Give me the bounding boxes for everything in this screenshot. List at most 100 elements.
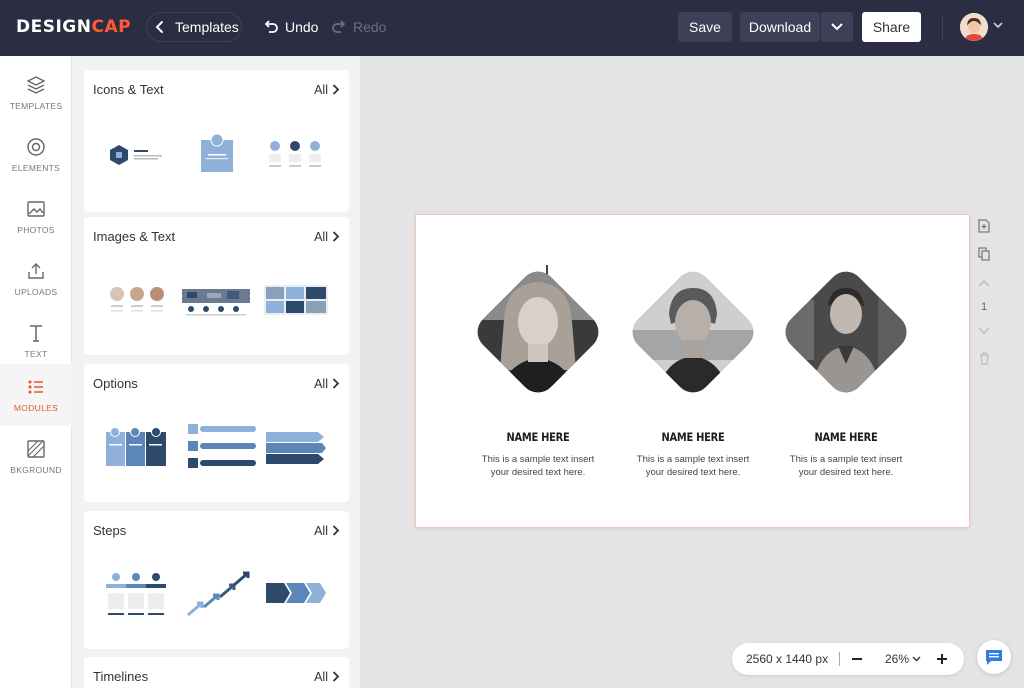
upload-icon [28,263,44,279]
member-name[interactable]: NAME HERE [478,430,598,444]
section-title: Icons & Text [93,82,164,97]
move-page-up-button[interactable] [977,279,991,287]
redo-icon [332,20,346,33]
nav-text[interactable]: TEXT [0,310,72,372]
chevron-left-icon [155,21,163,33]
module-thumbnail[interactable] [264,579,328,607]
zoom-out-button[interactable] [850,650,864,668]
redo-button[interactable]: Redo [331,19,386,35]
see-all-label: All [314,82,328,97]
image-icon [27,201,45,217]
chevron-right-icon [332,231,340,242]
chevron-down-icon [912,656,921,662]
canvas-size-label: 2560 x 1440 px [746,652,829,666]
section-header: Timelines All [93,669,340,684]
nav-uploads[interactable]: UPLOADS [0,248,72,310]
layers-icon [26,76,46,94]
undo-icon [264,20,278,33]
move-page-down-button[interactable] [977,327,991,335]
section-timelines: Timelines All [84,657,349,688]
topbar-divider [942,14,943,42]
member-name[interactable]: NAME HERE [633,430,753,444]
nav-photos[interactable]: PHOTOS [0,186,72,248]
module-thumbnail[interactable] [184,569,252,619]
user-avatar[interactable] [960,13,988,41]
design-canvas[interactable]: NAME HERE This is a sample text insert y… [416,215,969,527]
woman-portrait-image [625,264,761,400]
module-thumbnails [84,257,349,352]
save-button[interactable]: Save [678,12,732,42]
see-all-link[interactable]: All [314,83,340,97]
member-photo[interactable] [470,264,606,400]
module-thumbnail[interactable] [264,283,328,317]
man-portrait-image [778,264,914,400]
see-all-link[interactable]: All [314,524,340,538]
member-description[interactable]: This is a sample text insert your desire… [776,453,916,479]
download-button[interactable]: Download [740,12,820,42]
chevron-down-icon [831,23,843,31]
member-description[interactable]: This is a sample text insert your desire… [623,453,763,479]
download-options-button[interactable] [821,12,853,42]
module-thumbnail[interactable] [106,285,168,317]
undo-button[interactable]: Undo [263,19,318,35]
designcap-logo[interactable]: DESIGNCAP [16,17,131,37]
see-all-link[interactable]: All [314,230,340,244]
module-thumbnails [84,110,349,205]
zoom-in-button[interactable] [935,650,949,668]
section-title: Options [93,376,138,391]
list-icon [28,380,43,394]
description-line: This is a sample text insert [636,454,750,465]
chevron-right-icon [332,84,340,95]
copy-icon [978,247,990,261]
chevron-right-icon [332,525,340,536]
add-page-icon [978,219,990,233]
trash-icon [979,352,989,365]
nav-templates[interactable]: TEMPLATES [0,62,72,124]
top-bar: DESIGNCAP Templates Undo Redo Save Downl… [0,0,1024,56]
nav-photos-label: PHOTOS [17,225,55,235]
module-thumbnail[interactable] [104,571,168,621]
add-page-button[interactable] [977,219,991,233]
section-images-text: Images & Text All [84,217,349,355]
redo-label: Redo [353,19,387,35]
nav-modules[interactable]: MODULES [0,364,72,426]
nav-background-label: BKGROUND [10,465,62,475]
module-thumbnail[interactable] [198,132,234,174]
back-to-templates-button[interactable]: Templates [146,12,242,42]
account-menu-chevron-icon[interactable] [993,22,1003,29]
module-thumbnail[interactable] [182,285,250,319]
module-thumbnail[interactable] [264,138,326,172]
user-avatar-icon [960,13,988,41]
module-thumbnail[interactable] [186,422,258,472]
duplicate-page-button[interactable] [977,247,991,261]
share-button[interactable]: Share [862,12,921,42]
modules-panel: Icons & Text All Images & Text All Optio… [72,56,360,688]
see-all-link[interactable]: All [314,377,340,391]
member-description[interactable]: This is a sample text insert your desire… [468,453,608,479]
section-title: Images & Text [93,229,176,244]
module-thumbnail[interactable] [104,424,168,470]
background-icon [27,440,45,458]
see-all-link[interactable]: All [314,670,340,684]
member-photo[interactable] [778,264,914,400]
minus-icon [852,658,862,660]
module-thumbnail[interactable] [264,428,328,468]
nav-background[interactable]: BKGROUND [0,426,72,488]
chat-support-button[interactable] [977,640,1011,674]
member-name[interactable]: NAME HERE [786,430,906,444]
member-photo-frame [470,264,606,400]
chevron-right-icon [332,671,340,682]
delete-page-button[interactable] [977,352,991,365]
chevron-right-icon [332,378,340,389]
description-line: This is a sample text insert [789,454,903,465]
member-photo[interactable] [625,264,761,400]
nav-elements[interactable]: ELEMENTS [0,124,72,186]
logo-accent-text: CAP [91,17,132,37]
module-thumbnail[interactable] [106,142,166,168]
description-line: This is a sample text insert [481,454,595,465]
section-title: Steps [93,523,127,538]
section-steps: Steps All [84,511,349,649]
plus-icon [937,654,947,664]
chevron-down-icon [978,327,990,334]
zoom-level-select[interactable]: 26% [885,652,921,666]
